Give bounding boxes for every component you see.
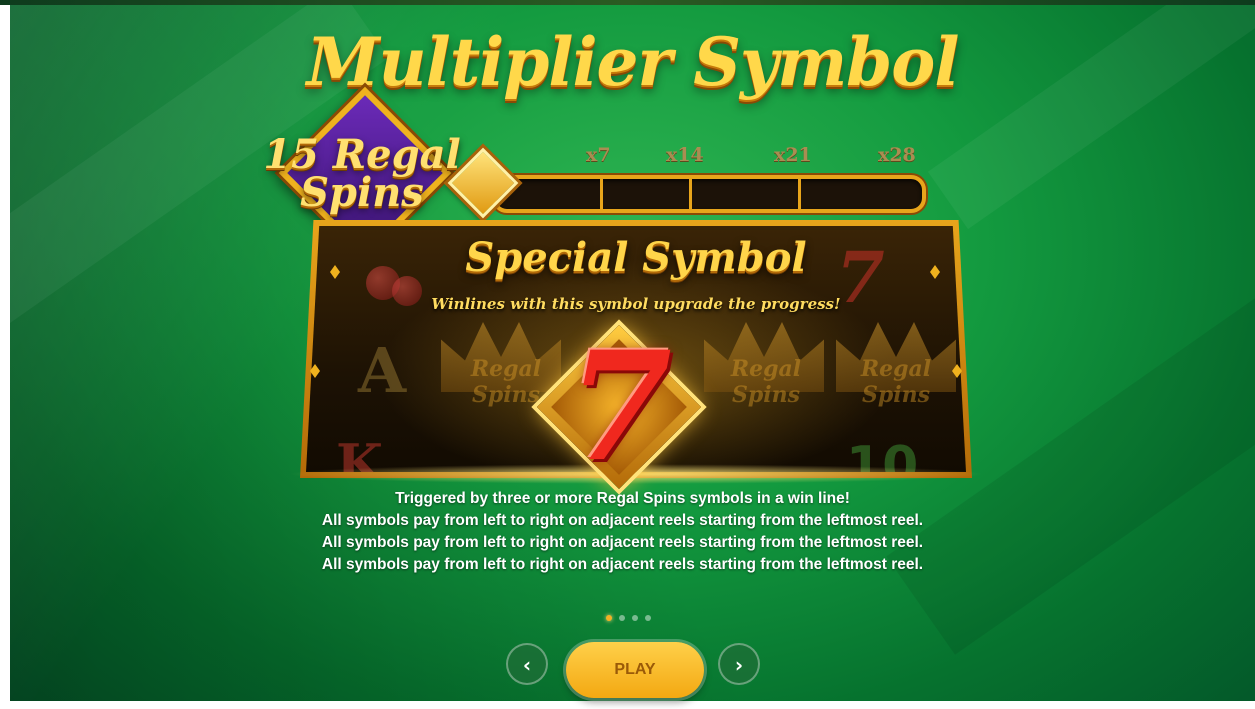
description-line: All symbols pay from left to right on ad… (321, 512, 924, 529)
next-page-button[interactable]: › (718, 643, 760, 685)
ghost-label: Spins (731, 382, 800, 408)
page-dot[interactable] (632, 615, 638, 621)
chevron-right-icon: › (734, 653, 744, 677)
multiplier-label: x7 (586, 144, 611, 166)
special-seven-symbol-icon: 7 (567, 319, 673, 495)
page-dot[interactable] (645, 615, 651, 621)
chevron-left-icon: ‹ (522, 653, 532, 677)
multiplier-label: x28 (878, 144, 916, 166)
special-symbol-tagline: Winlines with this symbol upgrade the pr… (431, 295, 841, 313)
description-line: Triggered by three or more Regal Spins s… (395, 490, 850, 507)
progress-divider (600, 179, 603, 209)
ghost-label: Regal (470, 356, 542, 382)
ghost-label: Spins (861, 382, 930, 408)
multiplier-label: x21 (774, 144, 812, 166)
previous-page-button[interactable]: ‹ (506, 643, 548, 685)
page-dot[interactable] (619, 615, 625, 621)
regal-spins-ghost-icon: Regal Spins (846, 356, 946, 408)
page-dot[interactable] (606, 615, 612, 621)
regal-spins-ghost-icon: Regal Spins (716, 356, 816, 408)
badge-line-2: Spins (300, 169, 424, 216)
play-button[interactable]: PLAY (566, 642, 704, 698)
description: Triggered by three or more Regal Spins s… (0, 488, 1245, 576)
letter-a-symbol-icon: A (358, 334, 407, 407)
multiplier-label: x14 (666, 144, 704, 166)
badge-text: 15 Regal Spins (262, 135, 462, 216)
ghost-label: Regal (860, 356, 932, 382)
multiplier-progress-bar (492, 175, 926, 213)
special-symbol-heading: Special Symbol (465, 234, 807, 281)
ghost-label: Regal (730, 356, 802, 382)
page-title: Multiplier Symbol (306, 23, 960, 101)
progress-divider (689, 179, 692, 209)
description-line: All symbols pay from left to right on ad… (321, 534, 924, 551)
progress-divider (798, 179, 801, 209)
regal-spins-ghost-icon: Regal Spins (456, 356, 556, 408)
page-indicator (598, 615, 658, 625)
description-line: All symbols pay from left to right on ad… (321, 556, 924, 573)
